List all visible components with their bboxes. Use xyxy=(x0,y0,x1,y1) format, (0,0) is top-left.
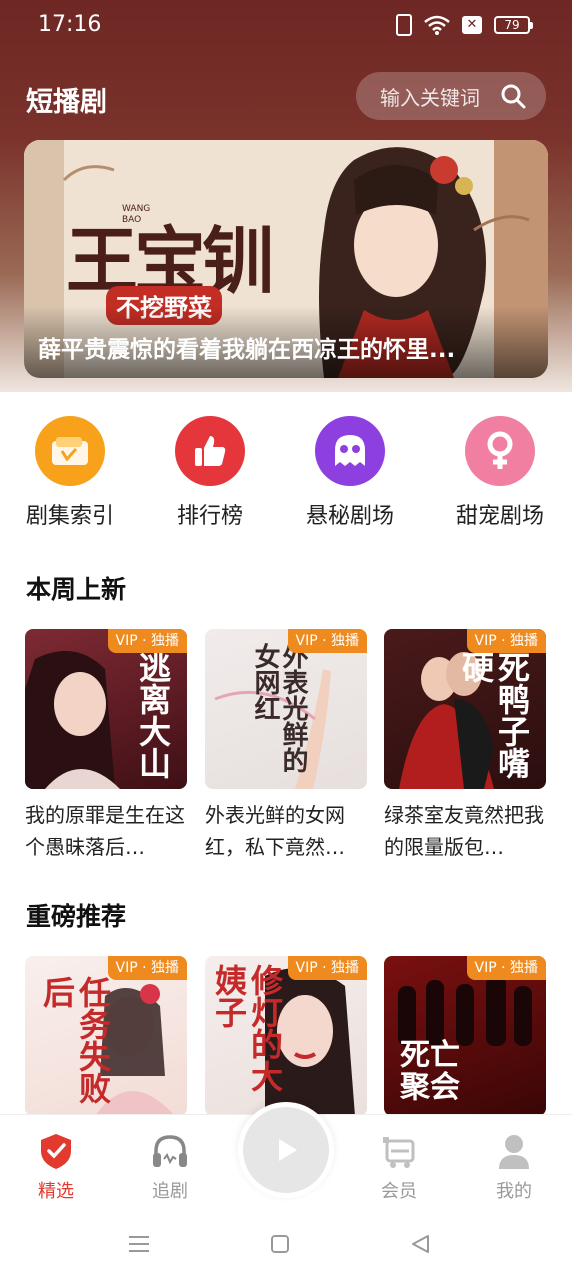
vibrate-icon xyxy=(396,14,412,36)
cover-title: 死亡聚会 xyxy=(400,1038,460,1105)
back-icon[interactable] xyxy=(410,1234,430,1254)
drama-cover: 外表光鲜的女网红 VIP · 独播 xyxy=(205,629,367,789)
play-button[interactable] xyxy=(238,1102,334,1198)
status-icons: ✕ 79 xyxy=(396,14,533,36)
nav-label: 我的 xyxy=(496,1181,532,1202)
play-icon xyxy=(279,1139,297,1161)
nav-profile[interactable]: 我的 xyxy=(474,1131,554,1203)
drama-card[interactable]: 死鸭子嘴硬 VIP · 独播 绿茶室友竟然把我的限量版包… xyxy=(384,629,546,863)
search-placeholder: 输入关键词 xyxy=(380,85,480,110)
drama-title: 绿茶室友竟然把我的限量版包… xyxy=(384,803,544,859)
wallet-icon xyxy=(35,416,105,486)
vip-badge: VIP · 独播 xyxy=(466,629,546,653)
nav-label: 追剧 xyxy=(152,1181,188,1202)
drama-card[interactable]: 死亡聚会 VIP · 独播 xyxy=(384,956,546,1116)
cover-title: 外表光鲜的女网红 xyxy=(250,643,308,773)
status-time: 17:16 xyxy=(38,12,102,37)
vip-badge: VIP · 独播 xyxy=(466,956,546,980)
drama-cover: 修灯的大姨子 VIP · 独播 xyxy=(205,956,367,1116)
drama-title: 我的原罪是生在这个愚昧落后… xyxy=(25,803,185,859)
banner-cover-small: WANG BAO xyxy=(122,204,151,225)
nav-label: 精选 xyxy=(38,1181,74,1202)
membership-icon xyxy=(383,1137,415,1168)
vip-badge: VIP · 独播 xyxy=(287,629,367,653)
wifi-icon xyxy=(424,15,450,35)
category-label: 剧集索引 xyxy=(25,504,114,529)
vip-badge: VIP · 独播 xyxy=(107,956,187,980)
drama-cover: 死亡聚会 VIP · 独播 xyxy=(384,956,546,1116)
category-label: 排行榜 xyxy=(176,504,243,529)
category-episode-index[interactable]: 剧集索引 xyxy=(0,410,140,530)
drama-card[interactable]: 外表光鲜的女网红 VIP · 独播 外表光鲜的女网红，私下竟然… xyxy=(205,629,367,863)
category-label: 甜宠剧场 xyxy=(455,504,544,529)
nav-label: 会员 xyxy=(381,1181,417,1202)
female-symbol-icon xyxy=(465,416,535,486)
cover-title: 任务失败后 xyxy=(38,976,112,1104)
headphones-icon xyxy=(153,1135,187,1167)
system-nav-bar xyxy=(0,1210,572,1280)
category-sweet[interactable]: 甜宠剧场 xyxy=(430,410,570,530)
vip-badge: VIP · 独播 xyxy=(107,629,187,653)
cover-title: 逃离大山 xyxy=(134,651,172,779)
shield-check-icon xyxy=(41,1134,71,1169)
banner-caption: 薛平贵震惊的看着我躺在西凉王的怀里... xyxy=(38,337,456,363)
search-icon[interactable] xyxy=(500,83,526,109)
play-button-inner xyxy=(243,1107,329,1193)
cover-title: 死鸭子嘴硬 xyxy=(457,651,531,779)
category-ranking[interactable]: 排行榜 xyxy=(140,410,280,530)
thumbs-up-icon xyxy=(175,416,245,486)
app-title: 短播剧 xyxy=(26,87,107,118)
nav-featured[interactable]: 精选 xyxy=(16,1131,96,1203)
section-title-recommended: 重磅推荐 xyxy=(26,902,127,931)
category-label: 悬秘剧场 xyxy=(305,504,394,529)
home-icon[interactable] xyxy=(270,1234,290,1254)
vip-badge: VIP · 独播 xyxy=(287,956,367,980)
category-row: 剧集索引 排行榜 悬秘剧场 甜宠剧场 xyxy=(0,410,572,530)
drama-title: 外表光鲜的女网红，私下竟然… xyxy=(205,803,345,859)
drama-card[interactable]: 修灯的大姨子 VIP · 独播 xyxy=(205,956,367,1116)
drama-cover: 死鸭子嘴硬 VIP · 独播 xyxy=(384,629,546,789)
drama-cover: 任务失败后 VIP · 独播 xyxy=(25,956,187,1116)
status-bar: 17:16 ✕ 79 xyxy=(0,0,572,52)
banner-caption-bg: 薛平贵震惊的看着我躺在西凉王的怀里... xyxy=(24,306,548,378)
drama-card[interactable]: 任务失败后 VIP · 独播 xyxy=(25,956,187,1116)
section-title-new: 本周上新 xyxy=(26,575,127,604)
menu-icon[interactable] xyxy=(128,1234,150,1254)
drama-card[interactable]: 逃离大山 VIP · 独播 我的原罪是生在这个愚昧落后… xyxy=(25,629,187,863)
cover-title: 修灯的大姨子 xyxy=(210,964,284,1092)
ghost-icon xyxy=(315,416,385,486)
category-mystery[interactable]: 悬秘剧场 xyxy=(280,410,420,530)
drama-cover: 逃离大山 VIP · 独播 xyxy=(25,629,187,789)
nav-following[interactable]: 追剧 xyxy=(130,1131,210,1203)
search-input[interactable]: 输入关键词 xyxy=(356,72,546,120)
no-sim-icon: ✕ xyxy=(462,16,482,34)
battery-icon: 79 xyxy=(494,16,533,34)
nav-membership[interactable]: 会员 xyxy=(359,1131,439,1203)
user-icon xyxy=(499,1135,529,1169)
featured-banner[interactable]: 王宝钏 WANG BAO 不挖野菜 薛平贵震惊的看着我躺在西凉王的怀里... xyxy=(24,140,548,378)
